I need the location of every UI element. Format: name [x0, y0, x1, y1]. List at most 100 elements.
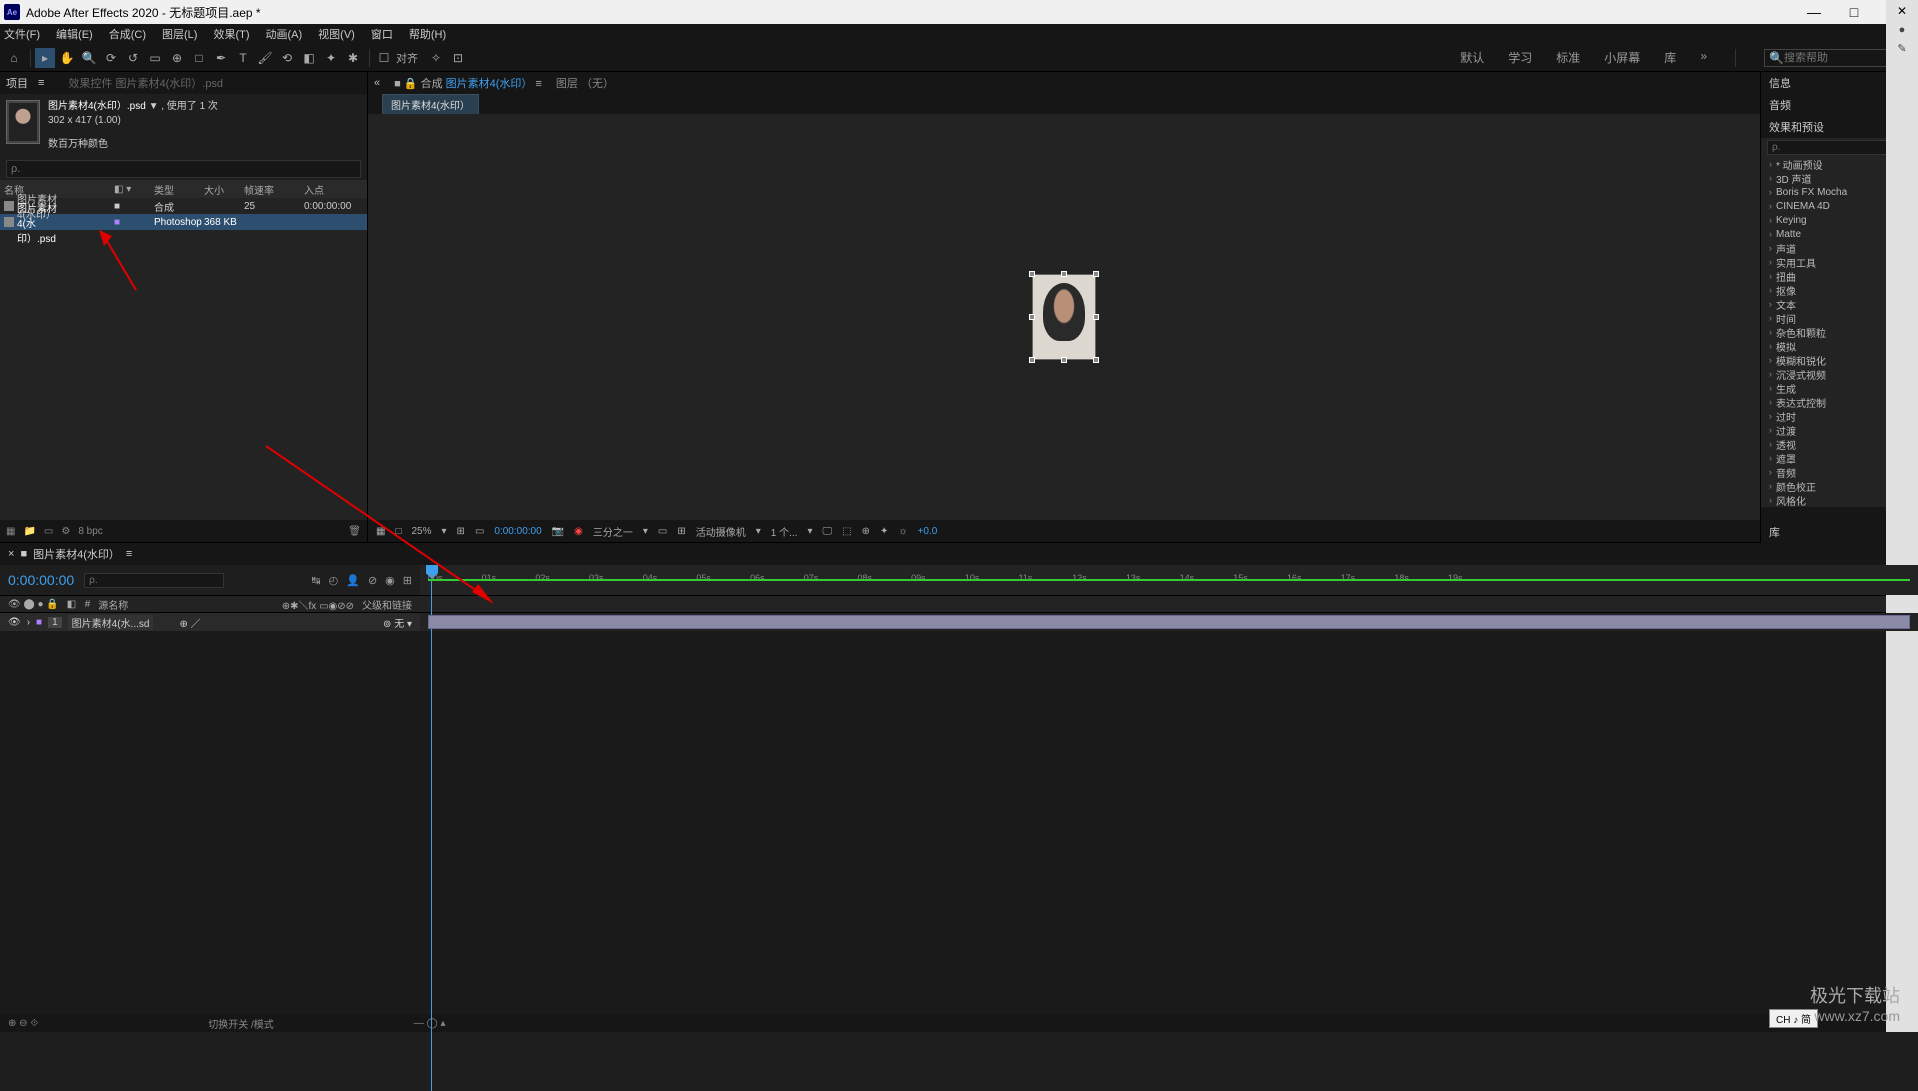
timeline-body[interactable] — [0, 631, 1918, 1014]
snap-option2-icon[interactable]: ⊡ — [448, 48, 468, 68]
misc-icon3[interactable]: ⊕ — [862, 526, 870, 537]
help-search-input[interactable] — [1784, 52, 1894, 64]
handle-tr[interactable] — [1093, 271, 1099, 277]
rotation-tool-icon[interactable]: ↺ — [123, 48, 143, 68]
handle-bc[interactable] — [1061, 357, 1067, 363]
timeline-layer-row[interactable]: 👁 › ■ 1 图片素材4(水...sd ⊕ ／ ⊚ 无 ▾ — [0, 613, 1918, 631]
comp-tab-name[interactable]: 图片素材4(水印） — [446, 78, 533, 90]
external-close-icon[interactable]: ✕ — [1897, 4, 1907, 18]
transparency-icon[interactable]: ▭ — [475, 526, 484, 537]
home-icon[interactable]: ⌂ — [4, 48, 24, 68]
workspace-learn[interactable]: 学习 — [1508, 49, 1532, 67]
layer-tab[interactable]: 图层 （无） — [556, 75, 614, 91]
workspace-more-icon[interactable]: » — [1700, 49, 1707, 67]
pen-tool-icon[interactable]: ✒ — [211, 48, 231, 68]
handle-br[interactable] — [1093, 357, 1099, 363]
snap-option1-icon[interactable]: ✧ — [426, 48, 446, 68]
hand-tool-icon[interactable]: ✋ — [57, 48, 77, 68]
zoom-tool-icon[interactable]: 🔍 — [79, 48, 99, 68]
mask-icon[interactable]: □ — [395, 526, 401, 537]
project-tab-menu-icon[interactable]: ≡ — [38, 77, 44, 89]
clone-tool-icon[interactable]: ⟲ — [277, 48, 297, 68]
workspace-default[interactable]: 默认 — [1460, 49, 1484, 67]
camera-dropdown[interactable]: 活动摄像机 — [696, 524, 746, 539]
handle-tl[interactable] — [1029, 271, 1035, 277]
handle-rc[interactable] — [1093, 314, 1099, 320]
timeline-tab-name[interactable]: 图片素材4(水印） — [33, 546, 120, 562]
composition-viewer[interactable] — [368, 114, 1760, 520]
menu-edit[interactable]: 编辑(E) — [56, 26, 93, 42]
comp-subtab[interactable]: 图片素材4(水印） — [382, 94, 479, 115]
trash-icon[interactable]: 🗑 — [348, 526, 361, 537]
layer-bounding-box[interactable] — [1032, 274, 1096, 360]
col-size[interactable]: 大小 — [204, 182, 244, 197]
maximize-button[interactable]: □ — [1834, 0, 1874, 24]
tl-icon4[interactable]: ⊘ — [368, 574, 377, 587]
anchor-tool-icon[interactable]: ⊕ — [167, 48, 187, 68]
menu-layer[interactable]: 图层(L) — [162, 26, 197, 42]
misc-icon4[interactable]: ✦ — [880, 526, 888, 537]
col-in[interactable]: 入点 — [304, 182, 344, 197]
minimize-button[interactable]: — — [1794, 0, 1834, 24]
workspace-library[interactable]: 库 — [1664, 49, 1676, 67]
interpret-icon[interactable]: ▦ — [6, 526, 15, 537]
text-tool-icon[interactable]: T — [233, 48, 253, 68]
zoom-out-icon[interactable]: — ◯ ▴ — [414, 1018, 446, 1029]
handle-lc[interactable] — [1029, 314, 1035, 320]
effect-controls-tab[interactable]: 效果控件 图片素材4(水印）.psd — [68, 75, 223, 91]
new-comp-icon[interactable]: ▭ — [44, 526, 53, 537]
comp-nav-icon[interactable]: « — [374, 77, 380, 89]
project-tab[interactable]: 项目 — [6, 75, 28, 91]
grid-icon[interactable]: ▦ — [376, 526, 385, 537]
shy-icon[interactable]: 👤 — [346, 574, 360, 587]
playhead-line[interactable] — [431, 581, 432, 1091]
puppet-tool-icon[interactable]: ✱ — [343, 48, 363, 68]
visibility-col-icon[interactable]: 👁 ⬤ ● 🔒 — [8, 599, 59, 610]
help-search[interactable]: 🔍 — [1764, 49, 1904, 67]
workspace-standard[interactable]: 标准 — [1556, 49, 1580, 67]
col-tag[interactable]: ◧ ▾ — [114, 184, 154, 195]
project-search-input[interactable] — [6, 160, 361, 178]
resolution-dropdown[interactable]: 三分之一 — [593, 524, 633, 539]
exposure-icon[interactable]: ☼ — [898, 526, 907, 537]
viewer-time[interactable]: 0:00:00:00 — [494, 526, 541, 537]
menu-view[interactable]: 视图(V) — [318, 26, 355, 42]
menu-window[interactable]: 窗口 — [371, 26, 393, 42]
motion-blur-icon[interactable]: ◉ — [385, 574, 395, 587]
full-res-icon[interactable]: ⊞ — [457, 526, 465, 537]
guides-icon[interactable]: ⊞ — [677, 526, 685, 537]
menu-file[interactable]: 文件(F) — [4, 26, 40, 42]
graph-editor-icon[interactable]: ⊞ — [403, 574, 412, 587]
source-name-col[interactable]: 源名称 — [98, 597, 128, 612]
tl-icon2[interactable]: ◴ — [329, 574, 339, 587]
toggle-switches-button[interactable]: 切换开关 /模式 — [208, 1016, 274, 1031]
tl-icon1[interactable]: ↹ — [311, 574, 320, 587]
menu-animation[interactable]: 动画(A) — [266, 26, 303, 42]
camera-tool-icon[interactable]: ▭ — [145, 48, 165, 68]
snap-checkbox-icon[interactable]: ☐ — [374, 48, 394, 68]
col-fps[interactable]: 帧速率 — [244, 182, 304, 197]
region-icon[interactable]: ▭ — [658, 526, 667, 537]
settings-icon[interactable]: ⚙ — [61, 526, 70, 537]
brush-tool-icon[interactable]: 🖌 — [255, 48, 275, 68]
eraser-tool-icon[interactable]: ◧ — [299, 48, 319, 68]
close-comp-icon[interactable]: × — [8, 548, 14, 560]
misc-icon2[interactable]: ⬚ — [842, 526, 851, 537]
handle-tc[interactable] — [1061, 271, 1067, 277]
workspace-small[interactable]: 小屏幕 — [1604, 49, 1640, 67]
menu-help[interactable]: 帮助(H) — [409, 26, 446, 42]
menu-effect[interactable]: 效果(T) — [213, 26, 249, 42]
exposure-value[interactable]: +0.0 — [918, 526, 938, 537]
new-folder-icon[interactable]: 📁 — [23, 526, 35, 537]
tl-footer-icon1[interactable]: ⊕ ⊖ ⟐ — [8, 1018, 38, 1029]
bpc-button[interactable]: 8 bpc — [78, 526, 102, 537]
work-area-bar[interactable] — [428, 579, 1910, 581]
orbit-tool-icon[interactable]: ⟳ — [101, 48, 121, 68]
visibility-toggle[interactable]: 👁 — [8, 617, 21, 628]
roto-tool-icon[interactable]: ✦ — [321, 48, 341, 68]
layer-name[interactable]: 图片素材4(水...sd — [68, 615, 154, 630]
timeline-search-input[interactable] — [84, 573, 224, 588]
layer-duration-bar[interactable] — [428, 615, 1910, 629]
misc-icon1[interactable]: 🖵 — [822, 526, 832, 537]
chevron-down-icon[interactable]: ▾ — [442, 526, 447, 537]
